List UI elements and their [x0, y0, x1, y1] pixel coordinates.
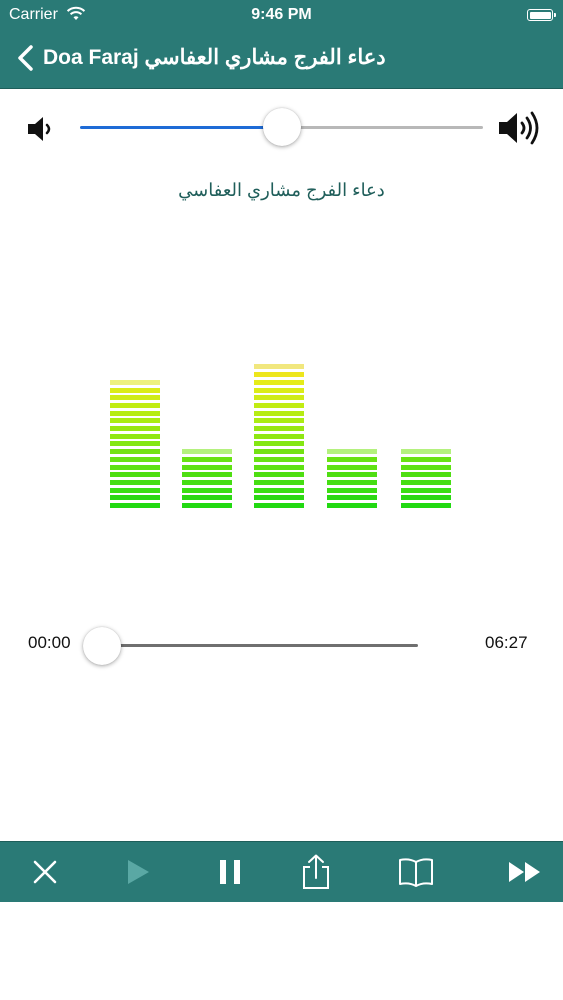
equalizer-segment: [327, 479, 377, 485]
equalizer-segment: [110, 418, 160, 424]
equalizer-segment: [254, 479, 304, 485]
equalizer-segment: [110, 456, 160, 462]
equalizer-segment: [254, 379, 304, 385]
equalizer-segment: [254, 495, 304, 501]
status-bar: Carrier 9:46 PM: [0, 0, 563, 30]
equalizer-segment: [254, 410, 304, 416]
equalizer-segment: [254, 449, 304, 455]
equalizer-segment: [401, 479, 451, 485]
equalizer-segment: [110, 395, 160, 401]
equalizer-visualizer: [0, 350, 563, 520]
equalizer-segment: [110, 464, 160, 470]
volume-track-filled[interactable]: [80, 126, 282, 129]
fast-forward-button[interactable]: [507, 854, 543, 890]
equalizer-segment: [110, 410, 160, 416]
equalizer-segment: [254, 503, 304, 508]
share-button[interactable]: [298, 854, 334, 890]
equalizer-segment: [254, 387, 304, 393]
bottom-toolbar: [0, 841, 563, 902]
equalizer-segment: [110, 387, 160, 393]
volume-row: [0, 104, 563, 154]
equalizer-segment: [182, 472, 232, 478]
equalizer-segment: [110, 433, 160, 439]
equalizer-segment: [401, 449, 451, 455]
play-icon: [128, 860, 149, 884]
equalizer-segment: [254, 472, 304, 478]
equalizer-segment: [327, 472, 377, 478]
equalizer-segment: [254, 456, 304, 462]
nav-title[interactable]: Doa Faraj دعاء الفرج مشاري العفاسي: [43, 45, 386, 70]
equalizer-segment: [110, 379, 160, 385]
equalizer-segment: [327, 495, 377, 501]
equalizer-segment: [182, 456, 232, 462]
elapsed-time: 00:00: [28, 633, 71, 652]
pause-icon: [220, 860, 240, 884]
share-icon: [303, 854, 329, 889]
equalizer-segment: [327, 503, 377, 508]
equalizer-segment: [254, 433, 304, 439]
equalizer-segment: [401, 472, 451, 478]
duration-time: 06:27: [485, 633, 528, 652]
equalizer-segment: [401, 503, 451, 508]
equalizer-segment: [182, 487, 232, 493]
equalizer-segment: [254, 426, 304, 431]
volume-high-icon: [499, 111, 539, 145]
progress-track-empty[interactable]: [102, 644, 418, 647]
equalizer-segment: [110, 472, 160, 478]
volume-low-icon: [28, 117, 51, 141]
equalizer-segment: [110, 479, 160, 485]
equalizer-segment: [254, 364, 304, 370]
equalizer-segment: [254, 487, 304, 493]
equalizer-segment: [182, 449, 232, 455]
equalizer-segment: [401, 487, 451, 493]
equalizer-bar: [182, 446, 232, 508]
equalizer-segment: [254, 418, 304, 424]
equalizer-segment: [254, 441, 304, 447]
equalizer-segment: [182, 495, 232, 501]
play-button[interactable]: [119, 854, 155, 890]
battery-icon: [527, 9, 556, 21]
equalizer-segment: [110, 503, 160, 508]
navigation-bar: Doa Faraj دعاء الفرج مشاري العفاسي: [0, 30, 563, 89]
equalizer-segment: [110, 449, 160, 455]
equalizer-segment: [254, 395, 304, 401]
equalizer-segment: [401, 456, 451, 462]
close-button[interactable]: [27, 854, 63, 890]
equalizer-segment: [327, 449, 377, 455]
equalizer-segment: [254, 372, 304, 378]
track-title: دعاء الفرج مشاري العفاسي: [178, 180, 385, 200]
volume-track-empty[interactable]: [281, 126, 483, 129]
volume-slider-thumb[interactable]: [262, 108, 301, 146]
book-button[interactable]: [398, 854, 434, 890]
equalizer-bar: [110, 377, 160, 508]
equalizer-bar: [254, 362, 304, 508]
equalizer-segment: [110, 495, 160, 501]
equalizer-segment: [110, 441, 160, 447]
equalizer-segment: [327, 456, 377, 462]
equalizer-segment: [327, 487, 377, 493]
close-icon: [33, 860, 57, 884]
equalizer-segment: [110, 487, 160, 493]
pause-button[interactable]: [212, 854, 248, 890]
equalizer-bar: [401, 446, 451, 508]
equalizer-segment: [182, 479, 232, 485]
equalizer-segment: [401, 495, 451, 501]
back-chevron-icon[interactable]: [14, 44, 38, 72]
clock: 9:46 PM: [251, 6, 312, 23]
equalizer-segment: [327, 464, 377, 470]
equalizer-segment: [254, 402, 304, 408]
equalizer-segment: [401, 464, 451, 470]
equalizer-segment: [182, 503, 232, 508]
equalizer-segment: [182, 464, 232, 470]
equalizer-bar: [327, 446, 377, 508]
equalizer-segment: [254, 464, 304, 470]
equalizer-segment: [110, 402, 160, 408]
fast-forward-icon: [509, 862, 540, 882]
book-icon: [399, 858, 433, 887]
progress-slider-thumb[interactable]: [83, 627, 121, 665]
equalizer-segment: [110, 426, 160, 431]
